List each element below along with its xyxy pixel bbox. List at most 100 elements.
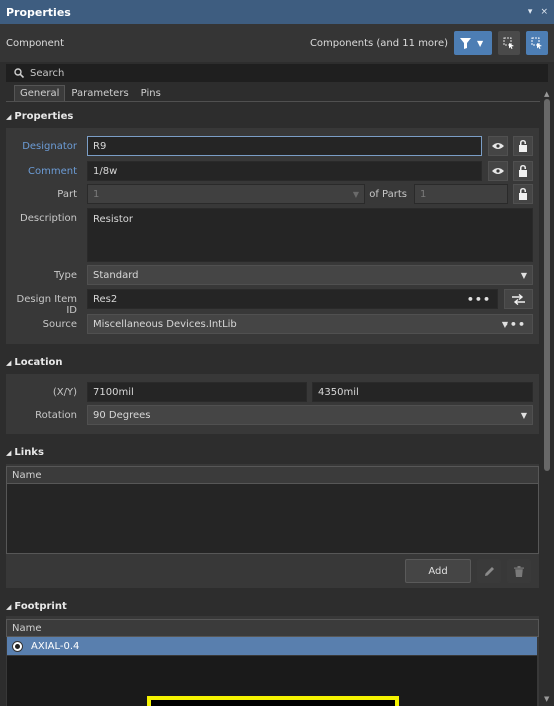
add-button-label: Add xyxy=(428,565,448,577)
designator-label: Designator xyxy=(22,141,77,152)
source-select[interactable]: Miscellaneous Devices.IntLib ▼ ••• xyxy=(87,314,533,334)
location-heading: Location xyxy=(14,357,63,368)
tab-bar: General Parameters Pins xyxy=(14,85,167,101)
of-parts-field: 1 xyxy=(414,184,508,204)
properties-heading: Properties xyxy=(14,111,74,122)
scroll-down-icon[interactable]: ▼ xyxy=(544,695,549,703)
collapse-triangle-icon[interactable]: ◢ xyxy=(6,449,11,457)
search-box[interactable]: Search xyxy=(6,64,548,82)
panel-title: Properties xyxy=(6,5,71,19)
pick-object-button[interactable] xyxy=(526,31,548,55)
comment-lock-button[interactable] xyxy=(513,161,533,181)
scrollbar-thumb[interactable] xyxy=(544,99,550,471)
design-item-id-value: Res2 xyxy=(93,293,118,305)
search-input[interactable]: Search xyxy=(30,68,64,79)
swap-arrows-icon xyxy=(512,293,525,305)
part-select: 1 ▼ xyxy=(87,184,365,204)
pick-cursor-icon xyxy=(531,37,542,49)
vertical-scrollbar[interactable]: ▲ ▼ xyxy=(541,87,554,706)
comment-value: 1/8w xyxy=(93,165,118,177)
rotation-value: 90 Degrees xyxy=(93,409,151,421)
y-value: 4350mil xyxy=(318,386,359,398)
part-value: 1 xyxy=(93,188,100,200)
footprint-column-header[interactable]: Name xyxy=(6,619,539,637)
filter-icon xyxy=(460,37,471,49)
object-kind-label: Component xyxy=(6,37,65,49)
comment-label: Comment xyxy=(28,166,77,177)
trash-icon xyxy=(514,565,524,577)
part-label: Part xyxy=(57,189,77,200)
footprint-name: AXIAL-0.4 xyxy=(31,640,80,652)
filter-dropdown-icon[interactable]: ▼ xyxy=(477,39,483,48)
links-name-column: Name xyxy=(12,469,42,481)
eye-icon xyxy=(492,143,504,149)
y-coordinate-field[interactable]: 4350mil xyxy=(312,382,533,402)
more-options-icon[interactable]: ••• xyxy=(502,318,526,331)
comment-visibility-button[interactable] xyxy=(488,161,508,181)
lock-icon xyxy=(519,165,527,177)
of-parts-label: of Parts xyxy=(369,189,407,200)
select-mask-button[interactable] xyxy=(498,31,520,55)
scroll-up-icon[interactable]: ▲ xyxy=(544,90,549,98)
filter-button[interactable]: ▼ xyxy=(454,31,492,55)
links-heading: Links xyxy=(14,447,44,458)
tab-pins[interactable]: Pins xyxy=(135,85,167,101)
design-item-id-label: Design Item ID xyxy=(16,294,77,316)
pin-menu-icon[interactable]: ▾ xyxy=(528,7,533,17)
links-list[interactable] xyxy=(6,484,539,554)
footprint-name-column: Name xyxy=(12,622,42,634)
chevron-down-icon: ▼ xyxy=(520,270,527,280)
x-coordinate-field[interactable]: 7100mil xyxy=(87,382,307,402)
designator-visibility-button[interactable] xyxy=(488,136,508,156)
design-item-id-field[interactable]: Res2 ••• xyxy=(87,289,498,309)
location-section-header[interactable]: ◢ Location xyxy=(6,357,63,368)
xy-label: (X/Y) xyxy=(52,387,77,398)
links-column-header[interactable]: Name xyxy=(6,466,539,484)
type-select[interactable]: Standard ▼ xyxy=(87,265,533,285)
collapse-triangle-icon[interactable]: ◢ xyxy=(6,113,11,121)
chevron-down-icon: ▼ xyxy=(520,410,527,420)
chevron-down-icon: ▼ xyxy=(352,189,359,199)
type-label: Type xyxy=(54,270,77,281)
type-value: Standard xyxy=(93,269,139,281)
lock-icon xyxy=(519,140,527,152)
more-options-icon[interactable]: ••• xyxy=(467,293,491,306)
pencil-icon xyxy=(484,566,494,576)
delete-link-button[interactable] xyxy=(507,559,531,583)
edit-link-button[interactable] xyxy=(477,559,501,583)
select-mask-icon xyxy=(503,37,514,49)
footprint-row[interactable]: AXIAL-0.4 xyxy=(7,637,537,655)
designator-field[interactable]: R9 xyxy=(87,136,482,156)
x-value: 7100mil xyxy=(93,386,134,398)
tab-divider xyxy=(6,101,540,102)
add-link-button[interactable]: Add xyxy=(405,559,471,583)
comment-field[interactable]: 1/8w xyxy=(87,161,482,181)
footprint-outline-graphic xyxy=(147,696,399,706)
part-lock-button[interactable] xyxy=(513,184,533,204)
collapse-triangle-icon[interactable]: ◢ xyxy=(6,359,11,367)
source-value: Miscellaneous Devices.IntLib xyxy=(93,318,237,330)
object-kind-row: Component Components (and 11 more) ▼ xyxy=(0,24,554,62)
eye-icon xyxy=(492,168,504,174)
properties-section-header[interactable]: ◢ Properties xyxy=(6,111,73,122)
of-parts-value: 1 xyxy=(420,188,427,200)
close-icon[interactable]: × xyxy=(540,7,548,17)
search-icon xyxy=(14,68,24,78)
designator-value: R9 xyxy=(93,140,107,152)
description-textarea[interactable]: Resistor xyxy=(87,208,533,262)
footprint-heading: Footprint xyxy=(14,601,67,612)
swap-component-button[interactable] xyxy=(504,289,533,309)
footprint-section-header[interactable]: ◢ Footprint xyxy=(6,601,67,612)
links-section-header[interactable]: ◢ Links xyxy=(6,447,44,458)
panel-titlebar: Properties ▾ × xyxy=(0,0,554,24)
selection-summary: Components (and 11 more) xyxy=(309,37,448,49)
description-value: Resistor xyxy=(93,214,133,225)
collapse-triangle-icon[interactable]: ◢ xyxy=(6,603,11,611)
tab-parameters[interactable]: Parameters xyxy=(65,85,134,101)
lock-icon xyxy=(519,188,527,200)
rotation-select[interactable]: 90 Degrees ▼ xyxy=(87,405,533,425)
footprint-radio[interactable] xyxy=(12,640,23,652)
designator-lock-button[interactable] xyxy=(513,136,533,156)
tab-general[interactable]: General xyxy=(14,85,66,101)
rotation-label: Rotation xyxy=(35,410,77,421)
